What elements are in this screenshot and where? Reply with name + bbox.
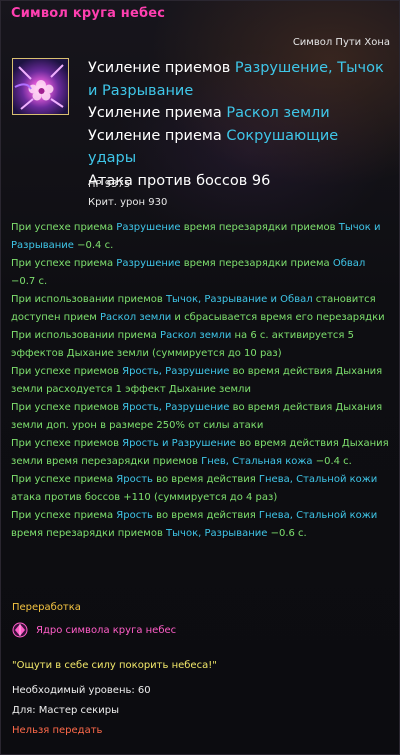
- effect-text: При успехе приемов: [11, 438, 123, 449]
- effect-text: время перезарядки приемов: [11, 528, 167, 539]
- pink-gem-icon: [12, 622, 28, 638]
- effect-line: При успехе приемов Ярость, Разрушение во…: [11, 363, 391, 399]
- effect-text: −0.4 с.: [312, 456, 352, 467]
- effect-line: При использовании приема Раскол земли на…: [11, 327, 391, 363]
- required-class: Для: Мастер секиры: [12, 705, 119, 716]
- effect-text: При успехе приема: [11, 510, 117, 521]
- effect-text: во время действия: [152, 474, 259, 485]
- effect-line: При успехе приема Ярость во время действ…: [11, 471, 391, 507]
- stat-skill-boost-1: Усиление приемов Разрушение, Тычок и Раз…: [88, 57, 388, 102]
- effect-text: время перезарядки приема: [180, 258, 333, 269]
- effect-text: −0.7 с.: [11, 276, 48, 287]
- item-quote: "Ощути в себе силу покорить небеса!": [12, 660, 217, 671]
- effect-skill-name: Тычок, Разрывание и Обвал: [165, 294, 313, 305]
- stat-label: Усиление приемов: [88, 60, 235, 76]
- item-effects: При успехе приема Разрушение время перез…: [11, 219, 391, 543]
- effect-text: При успехе приема: [11, 258, 117, 269]
- effect-skill-name: Раскол земли: [99, 312, 172, 323]
- required-level: Необходимый уровень: 60: [12, 685, 151, 696]
- effect-skill-name: Гнев, Стальная кожа: [201, 456, 313, 467]
- effect-skill-name: Раскол земли: [160, 330, 232, 341]
- effect-line: При успехе приемов Ярость, Разрушение во…: [11, 399, 391, 435]
- effect-text: и сбрасывается время его перезарядки: [171, 312, 385, 323]
- item-title: Символ круга небес: [11, 6, 166, 21]
- stat-skill-names: Раскол земли: [226, 105, 330, 121]
- effect-text: При успехе приемов: [11, 366, 123, 377]
- rework-heading: Переработка: [12, 602, 81, 613]
- effect-text: При успехе приема: [11, 222, 117, 233]
- effect-skill-name: Гнева, Стальной кожи: [258, 474, 378, 485]
- effect-text: При успехе приема: [11, 474, 117, 485]
- effect-text: −0.6 с.: [267, 528, 307, 539]
- effect-skill-name: Гнева, Стальной кожи: [258, 510, 378, 521]
- effect-skill-name: Обвал: [332, 258, 366, 269]
- effect-text: −0.4 с.: [73, 240, 114, 251]
- effect-line: При успехе приема Разрушение время перез…: [11, 255, 391, 291]
- stat-label: Усиление приема: [88, 127, 227, 144]
- effect-skill-name: Ярость и Разрушение: [122, 438, 236, 449]
- effect-skill-name: Тычок, Разрывание: [166, 528, 268, 539]
- effect-skill-name: Ярость: [116, 474, 153, 485]
- effect-line: При успехе приемов Ярость и Разрушение в…: [11, 435, 391, 471]
- item-category: Символ Пути Хона: [292, 37, 390, 48]
- stat-label: Усиление приема: [88, 105, 227, 121]
- stat-crit-damage: Крит. урон 930: [88, 197, 168, 208]
- effect-line: При использовании приемов Тычок, Разрыва…: [11, 291, 391, 327]
- rework-material-label: Ядро символа круга небес: [36, 624, 177, 636]
- stat-skill-boost-2: Усиление приема Раскол земли: [88, 102, 388, 125]
- effect-skill-name: Ярость: [116, 510, 153, 521]
- effect-skill-name: Разрушение: [116, 222, 181, 233]
- effect-text: во время действия: [152, 510, 259, 521]
- rework-material[interactable]: Ядро символа круга небес: [12, 622, 176, 638]
- item-main-stats: Усиление приемов Разрушение, Тычок и Раз…: [88, 57, 388, 192]
- effect-text: При использовании приемов: [11, 294, 166, 305]
- effect-line: При успехе приема Разрушение время перез…: [11, 219, 391, 255]
- effect-skill-name: Разрушение: [116, 258, 181, 269]
- stat-hp: HP 9375: [88, 179, 131, 190]
- effect-text: атака против боссов +110 (суммируется до…: [11, 492, 278, 503]
- item-tooltip: Символ круга небес Символ Пути Хона Усил…: [0, 0, 400, 755]
- effect-skill-name: Ярость, Разрушение: [122, 402, 230, 413]
- item-sub-stats: HP 9375 Крит. урон 930: [88, 176, 167, 212]
- effect-text: При использовании приема: [11, 330, 161, 341]
- trade-restriction: Нельзя передать: [12, 725, 103, 736]
- effect-text: время перезарядки приемов: [180, 222, 339, 233]
- stat-skill-boost-3: Усиление приема Сокрушающие удары: [88, 125, 388, 170]
- effect-skill-name: Ярость, Разрушение: [122, 366, 230, 377]
- celestial-circle-symbol-icon: [12, 58, 69, 115]
- effect-text: При успехе приемов: [11, 402, 123, 413]
- effect-line: При успехе приема Ярость во время действ…: [11, 507, 391, 543]
